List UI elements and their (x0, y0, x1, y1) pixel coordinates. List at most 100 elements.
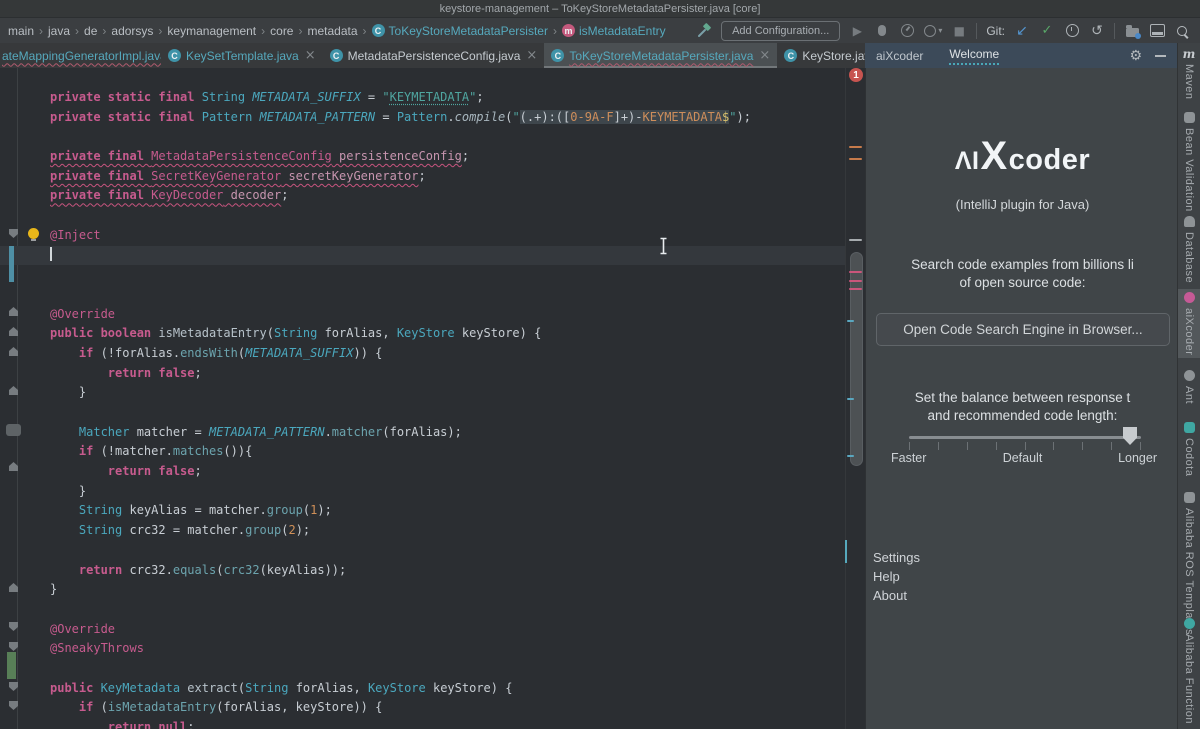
code-line[interactable]: return false; (0, 364, 846, 384)
run-icon[interactable]: ▶ (849, 22, 865, 40)
code-line[interactable]: public KeyMetadata extract(String forAli… (0, 679, 846, 699)
history-clock-icon[interactable] (1064, 22, 1080, 40)
code-line[interactable]: private static final String METADATA_SUF… (0, 88, 846, 108)
method-icon: m (562, 24, 575, 37)
tab-welcome[interactable]: Welcome (949, 47, 999, 65)
breadcrumb-item-metadata[interactable]: metadata (307, 24, 357, 38)
stripe-mark[interactable] (849, 146, 862, 148)
code-line[interactable]: @Inject (0, 226, 846, 246)
folded-region-icon[interactable] (6, 424, 21, 436)
stripe-mark[interactable] (849, 280, 862, 282)
tool-window-button-aixcoder[interactable]: aiXcoder (1178, 289, 1200, 358)
breadcrumb-item-de[interactable]: de (84, 24, 97, 38)
git-commit-icon[interactable]: ✓ (1039, 22, 1055, 40)
code-line[interactable]: if (!matcher.matches()){ (0, 442, 846, 462)
stripe-mark[interactable] (849, 239, 862, 241)
stripe-mark[interactable] (849, 271, 862, 273)
code-line[interactable] (0, 541, 846, 561)
window-icon[interactable] (1149, 22, 1165, 40)
editor-tab-KeySetTemplate.java[interactable]: CKeySetTemplate.java× (161, 43, 323, 68)
close-tab-icon[interactable]: × (526, 49, 537, 62)
code-line[interactable]: return null; (0, 718, 846, 729)
code-line[interactable] (0, 659, 846, 679)
code-line[interactable]: String keyAlias = matcher.group(1); (0, 501, 846, 521)
code-line[interactable]: } (0, 482, 846, 502)
code-line[interactable]: public boolean isMetadataEntry(String fo… (0, 324, 846, 344)
code-area[interactable]: private static final String METADATA_SUF… (0, 88, 846, 729)
code-line[interactable]: if (!forAlias.endsWith(METADATA_SUFFIX))… (0, 344, 846, 364)
logo-x: X (980, 134, 1007, 179)
breadcrumb-item-core[interactable]: core (270, 24, 293, 38)
code-line[interactable]: if (isMetadataEntry(forAlias, keyStore))… (0, 698, 846, 718)
code-line[interactable]: @SneakyThrows (0, 639, 846, 659)
intention-bulb-icon[interactable] (28, 228, 39, 239)
breadcrumb-item-ToKeyStoreMetadataPersister[interactable]: CToKeyStoreMetadataPersister (372, 24, 548, 38)
editor-tab-ToKeyStoreMetadataPersister.java[interactable]: CToKeyStoreMetadataPersister.java× (544, 43, 777, 68)
code-line[interactable]: return crc32.equals(crc32(keyAlias)); (0, 561, 846, 581)
stripe-mark[interactable] (847, 455, 854, 457)
code-line[interactable] (0, 265, 846, 285)
run-with-coverage-icon[interactable]: ▾ (924, 22, 942, 40)
code-line[interactable]: @Override (0, 305, 846, 325)
stripe-mark[interactable] (847, 398, 854, 400)
folder-icon[interactable] (1124, 22, 1140, 40)
slider-track[interactable] (909, 436, 1141, 439)
profiler-icon[interactable] (899, 22, 915, 40)
link-settings[interactable]: Settings (873, 548, 920, 567)
code-line[interactable] (0, 600, 846, 620)
editor-tab-ateMappingGeneratorImpl.java[interactable]: ateMappingGeneratorImpl.java× (0, 43, 161, 68)
code-line[interactable]: private final SecretKeyGenerator secretK… (0, 167, 846, 187)
link-help[interactable]: Help (873, 567, 920, 586)
tool-window-button-database[interactable]: Database (1178, 213, 1200, 286)
code-line[interactable]: private final KeyDecoder decoder; (0, 186, 846, 206)
stripe-mark[interactable] (849, 158, 862, 160)
git-update-icon[interactable]: ↙ (1014, 22, 1030, 40)
error-count-badge[interactable]: 1 (849, 68, 863, 82)
hide-panel-icon[interactable] (1155, 55, 1166, 57)
breadcrumb-item-keymanagement[interactable]: keymanagement (167, 24, 256, 38)
stop-icon[interactable]: ■ (951, 22, 967, 40)
editor-tab-MetadataPersistenceConfig.java[interactable]: CMetadataPersistenceConfig.java× (323, 43, 545, 68)
code-line[interactable]: String crc32 = matcher.group(2); (0, 521, 846, 541)
search-everywhere-icon[interactable] (1174, 22, 1190, 40)
code-line[interactable] (0, 206, 846, 226)
code-line[interactable]: } (0, 580, 846, 600)
open-code-search-button[interactable]: Open Code Search Engine in Browser... (876, 313, 1170, 346)
breadcrumb-item-java[interactable]: java (48, 24, 70, 38)
code-line[interactable] (0, 285, 846, 305)
add-configuration-button[interactable]: Add Configuration... (721, 21, 840, 41)
bean-icon (1184, 112, 1195, 123)
code-line[interactable]: } (0, 383, 846, 403)
editor-tab-KeyStore.java[interactable]: CKeyStore.java× (777, 43, 865, 68)
code-line[interactable] (0, 246, 846, 266)
tool-window-button-alibaba-function[interactable]: Alibaba Function (1178, 615, 1200, 727)
code-editor[interactable]: private static final String METADATA_SUF… (0, 68, 865, 729)
stripe-mark[interactable] (849, 288, 862, 290)
code-line[interactable]: private static final Pattern METADATA_PA… (0, 108, 846, 128)
tool-window-button-ant[interactable]: Ant (1178, 367, 1200, 407)
stripe-mark[interactable] (847, 320, 854, 322)
tool-window-label: aiXcoder (1183, 308, 1195, 355)
breadcrumb-item-adorsys[interactable]: adorsys (111, 24, 153, 38)
debug-bug-icon[interactable] (874, 22, 890, 40)
tool-window-button-codota[interactable]: Codota (1178, 419, 1200, 479)
gear-icon[interactable]: ⚙ (1129, 49, 1142, 63)
close-tab-icon[interactable]: × (305, 49, 316, 62)
code-line[interactable] (0, 403, 846, 423)
breadcrumb-item-isMetadataEntry[interactable]: misMetadataEntry (562, 24, 666, 38)
build-hammer-icon[interactable] (696, 22, 712, 40)
rollback-icon[interactable]: ↺ (1089, 22, 1105, 40)
link-about[interactable]: About (873, 586, 920, 605)
code-line[interactable]: @Override (0, 620, 846, 640)
close-tab-icon[interactable]: × (759, 49, 770, 62)
editor-scrollbar[interactable] (850, 252, 863, 466)
breadcrumb-item-main[interactable]: main (8, 24, 34, 38)
window-title-bar: keystore-management – ToKeyStoreMetadata… (0, 0, 1200, 18)
code-line[interactable] (0, 127, 846, 147)
code-line[interactable]: return false; (0, 462, 846, 482)
tool-window-button-maven[interactable]: mMaven (1178, 45, 1200, 103)
code-line[interactable]: private final MetadataPersistenceConfig … (0, 147, 846, 167)
code-line[interactable]: Matcher matcher = METADATA_PATTERN.match… (0, 423, 846, 443)
tool-window-button-bean-validation[interactable]: Bean Validation (1178, 109, 1200, 215)
balance-slider[interactable]: Faster Default Longer (866, 423, 1179, 483)
